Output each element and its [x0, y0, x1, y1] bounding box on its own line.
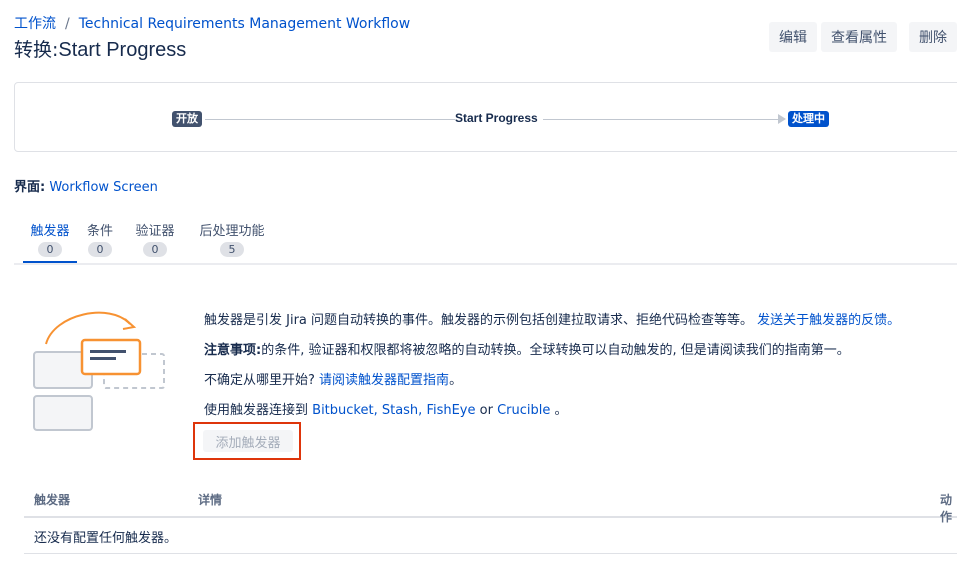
page-title: 转换:Start Progress: [14, 35, 186, 62]
delete-button[interactable]: 删除: [909, 22, 957, 52]
info-period: 。: [554, 403, 568, 418]
header-actions: 编辑 查看属性 删除: [769, 22, 957, 52]
crucible-link[interactable]: Crucible: [497, 403, 550, 418]
view-properties-button[interactable]: 查看属性: [821, 22, 897, 52]
page-title-prefix: 转换:: [14, 39, 59, 61]
tab-bar: 触发器 0 条件 0 验证器 0 后处理功能 5: [14, 220, 957, 265]
flow-line-right: [543, 119, 780, 120]
tab-conditions[interactable]: 条件 0: [86, 220, 114, 257]
add-trigger-button[interactable]: 添加触发器: [203, 430, 293, 452]
edit-button[interactable]: 编辑: [769, 22, 817, 52]
transition-label: Start Progress: [455, 111, 538, 125]
screen-row: 界面: Workflow Screen: [14, 176, 158, 195]
breadcrumb: 工作流 / Technical Requirements Management Wo…: [14, 13, 410, 33]
guide-link[interactable]: 请阅读触发器配置指南: [319, 373, 449, 388]
flow-line-left: [205, 119, 455, 120]
screen-link[interactable]: Workflow Screen: [49, 180, 158, 195]
tab-label: 触发器: [30, 224, 70, 239]
tab-label: 后处理功能: [199, 224, 265, 239]
tab-count: 5: [220, 242, 244, 257]
tab-label: 验证器: [135, 224, 175, 239]
info-or-text: or: [479, 403, 493, 418]
triggers-table: 触发器 详情 动作 还没有配置任何触发器。: [24, 486, 957, 554]
table-header: 触发器 详情 动作: [24, 486, 957, 524]
info-start-text: 不确定从哪里开始?: [204, 373, 315, 388]
dev-tools-link[interactable]: Bitbucket, Stash, FishEye: [312, 403, 475, 418]
triggers-illustration-icon: [33, 311, 165, 431]
info-note-text: 的条件, 验证器和权限都将被忽略的自动转换。全球转换可以自动触发的, 但是请阅读…: [261, 343, 850, 358]
add-trigger-highlight: 添加触发器: [193, 422, 301, 460]
from-status-lozenge: 开放: [172, 111, 202, 127]
tab-count: 0: [38, 242, 62, 257]
tab-validators[interactable]: 验证器 0: [133, 220, 177, 257]
screen-label: 界面:: [14, 180, 46, 195]
info-line-3: 不确定从哪里开始? 请阅读触发器配置指南。: [204, 373, 900, 388]
tab-triggers[interactable]: 触发器 0: [23, 220, 77, 263]
empty-message: 还没有配置任何触发器。: [34, 531, 178, 546]
column-header-trigger: 触发器: [34, 493, 71, 507]
triggers-info: 触发器是引发 Jira 问题自动转换的事件。触发器的示例包括创建拉取请求、拒绝代…: [204, 313, 900, 433]
tab-label: 条件: [86, 224, 113, 239]
info-note-label: 注意事项:: [204, 343, 262, 358]
flow-arrow-icon: [778, 114, 786, 124]
page-title-name: Start Progress: [58, 39, 187, 61]
info-line-2: 注意事项:的条件, 验证器和权限都将被忽略的自动转换。全球转换可以自动触发的, …: [204, 343, 900, 358]
info-line-1: 触发器是引发 Jira 问题自动转换的事件。触发器的示例包括创建拉取请求、拒绝代…: [204, 313, 900, 328]
column-header-details: 详情: [198, 493, 223, 507]
feedback-link[interactable]: 发送关于触发器的反馈。: [757, 313, 900, 328]
tab-count: 0: [143, 242, 167, 257]
breadcrumb-separator: /: [65, 16, 70, 32]
info-period: 。: [449, 373, 463, 388]
table-row: 还没有配置任何触发器。: [24, 518, 957, 554]
breadcrumb-workflow-link[interactable]: Technical Requirements Management Workfl…: [79, 16, 410, 32]
to-status-lozenge: 处理中: [788, 111, 829, 127]
tab-post-functions[interactable]: 后处理功能 5: [196, 220, 268, 257]
breadcrumb-workflows-link[interactable]: 工作流: [14, 16, 56, 32]
transition-diagram: 开放 Start Progress 处理中: [14, 82, 957, 152]
info-connect-text: 使用触发器连接到: [204, 403, 309, 418]
info-intro-text: 触发器是引发 Jira 问题自动转换的事件。触发器的示例包括创建拉取请求、拒绝代…: [204, 313, 754, 328]
info-line-4: 使用触发器连接到 Bitbucket, Stash, FishEye or Cr…: [204, 403, 900, 418]
tab-count: 0: [88, 242, 112, 257]
